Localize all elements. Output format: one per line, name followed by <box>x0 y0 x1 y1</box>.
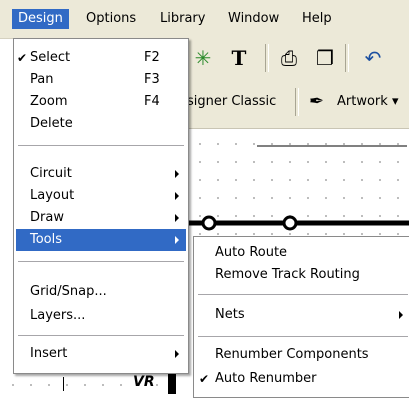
menu-item-label: Circuit <box>30 166 72 181</box>
menu-item-label: Renumber Components <box>215 347 369 362</box>
component-lead <box>63 377 64 391</box>
menu-item-label: Layout <box>30 188 75 203</box>
toolbar-separator <box>345 44 349 72</box>
menu-item-auto-route[interactable]: Auto Route <box>194 242 409 264</box>
menu-item-grid-snap[interactable]: Grid/Snap... <box>14 281 188 303</box>
menu-item-label: Draw <box>30 210 64 225</box>
menu-item-zoom[interactable]: Zoom F4 <box>14 91 188 113</box>
menu-divider <box>18 335 184 336</box>
artwork-dropdown[interactable]: ✒ Artwork ▾ <box>305 89 398 115</box>
menu-help[interactable]: Help <box>296 9 338 29</box>
menu-item-label: Auto Route <box>215 245 288 260</box>
menu-item-pan[interactable]: Pan F3 <box>14 69 188 91</box>
menu-window[interactable]: Window <box>222 9 285 29</box>
submenu-arrow-icon <box>175 350 179 358</box>
undo-icon[interactable]: ↶ <box>359 44 387 72</box>
shortcut-label: F3 <box>144 72 160 87</box>
menu-item-delete[interactable]: Delete <box>14 113 188 135</box>
submenu-arrow-icon <box>175 192 179 200</box>
menu-item-remove-track-routing[interactable]: Remove Track Routing <box>194 264 409 286</box>
menu-item-insert[interactable]: Insert <box>14 343 188 365</box>
submenu-arrow-icon <box>399 311 403 319</box>
route-tool-icon[interactable]: ✳ <box>189 44 217 72</box>
design-menu: ✔ Select F2 Pan F3 Zoom F4 Delete Circui… <box>13 38 189 374</box>
clipboard-icon[interactable]: ❐ <box>311 44 339 72</box>
artwork-label: Artwork <box>337 94 388 109</box>
shortcut-label: F2 <box>144 50 160 65</box>
component-body <box>168 372 176 394</box>
menu-item-label: Grid/Snap... <box>30 284 107 299</box>
canvas-left-strip <box>0 372 185 394</box>
menu-item-auto-renumber[interactable]: ✔ Auto Renumber <box>194 368 409 390</box>
submenu-arrow-icon <box>175 214 179 222</box>
menu-item-tools[interactable]: Tools <box>16 229 186 251</box>
menu-item-label: Nets <box>215 307 245 322</box>
menu-item-layout[interactable]: Layout <box>14 185 188 207</box>
submenu-arrow-icon <box>175 170 179 178</box>
shortcut-label: F4 <box>144 94 160 109</box>
menu-bar: Design Options Library Window Help <box>0 0 409 39</box>
menu-item-circuit[interactable]: Circuit <box>14 163 188 185</box>
menu-design[interactable]: Design <box>12 9 69 29</box>
wand-icon: ✒ <box>309 91 325 112</box>
text-tool-icon[interactable]: T <box>225 44 253 72</box>
menu-divider <box>18 145 184 146</box>
menu-item-label: Select <box>30 50 71 65</box>
menu-item-label: Tools <box>30 232 63 247</box>
chevron-down-icon: ▾ <box>391 94 399 109</box>
toolbar-separator <box>265 44 269 72</box>
style-combo-value[interactable]: signer Classic <box>187 94 276 109</box>
menu-item-draw[interactable]: Draw <box>14 207 188 229</box>
menu-divider <box>198 336 408 337</box>
checkmark-icon: ✔ <box>199 372 210 386</box>
menu-item-renumber-components[interactable]: Renumber Components <box>194 344 409 366</box>
menu-item-label: Remove Track Routing <box>215 267 360 282</box>
menu-item-label: Layers... <box>30 308 86 323</box>
menu-item-label: Auto Renumber <box>215 371 317 386</box>
menu-divider <box>18 261 184 262</box>
menu-item-label: Pan <box>30 72 54 87</box>
menu-item-label: Zoom <box>30 94 68 109</box>
menu-divider <box>198 294 408 295</box>
menu-options[interactable]: Options <box>80 9 142 29</box>
menu-item-layers[interactable]: Layers... <box>14 305 188 327</box>
menu-library[interactable]: Library <box>154 9 211 29</box>
print-icon[interactable]: ⎙ <box>275 44 303 72</box>
style-toolbar: signer Classic ✒ Artwork ▾ <box>185 78 409 129</box>
menu-item-label: Insert <box>30 346 68 361</box>
menu-item-select[interactable]: ✔ Select F2 <box>14 47 188 69</box>
checkmark-icon: ✔ <box>17 51 28 65</box>
toolbar-separator <box>295 88 299 116</box>
pad-node <box>282 215 298 231</box>
main-toolbar: ✳ T ⎙ ❐ ↶ <box>185 38 409 78</box>
menu-item-nets[interactable]: Nets <box>194 304 409 326</box>
menu-item-label: Delete <box>30 116 73 131</box>
submenu-arrow-icon <box>175 236 179 244</box>
tools-submenu: Auto Route Remove Track Routing Nets Ren… <box>193 236 409 398</box>
pad-node <box>201 215 217 231</box>
component-label: VR <box>133 374 155 390</box>
